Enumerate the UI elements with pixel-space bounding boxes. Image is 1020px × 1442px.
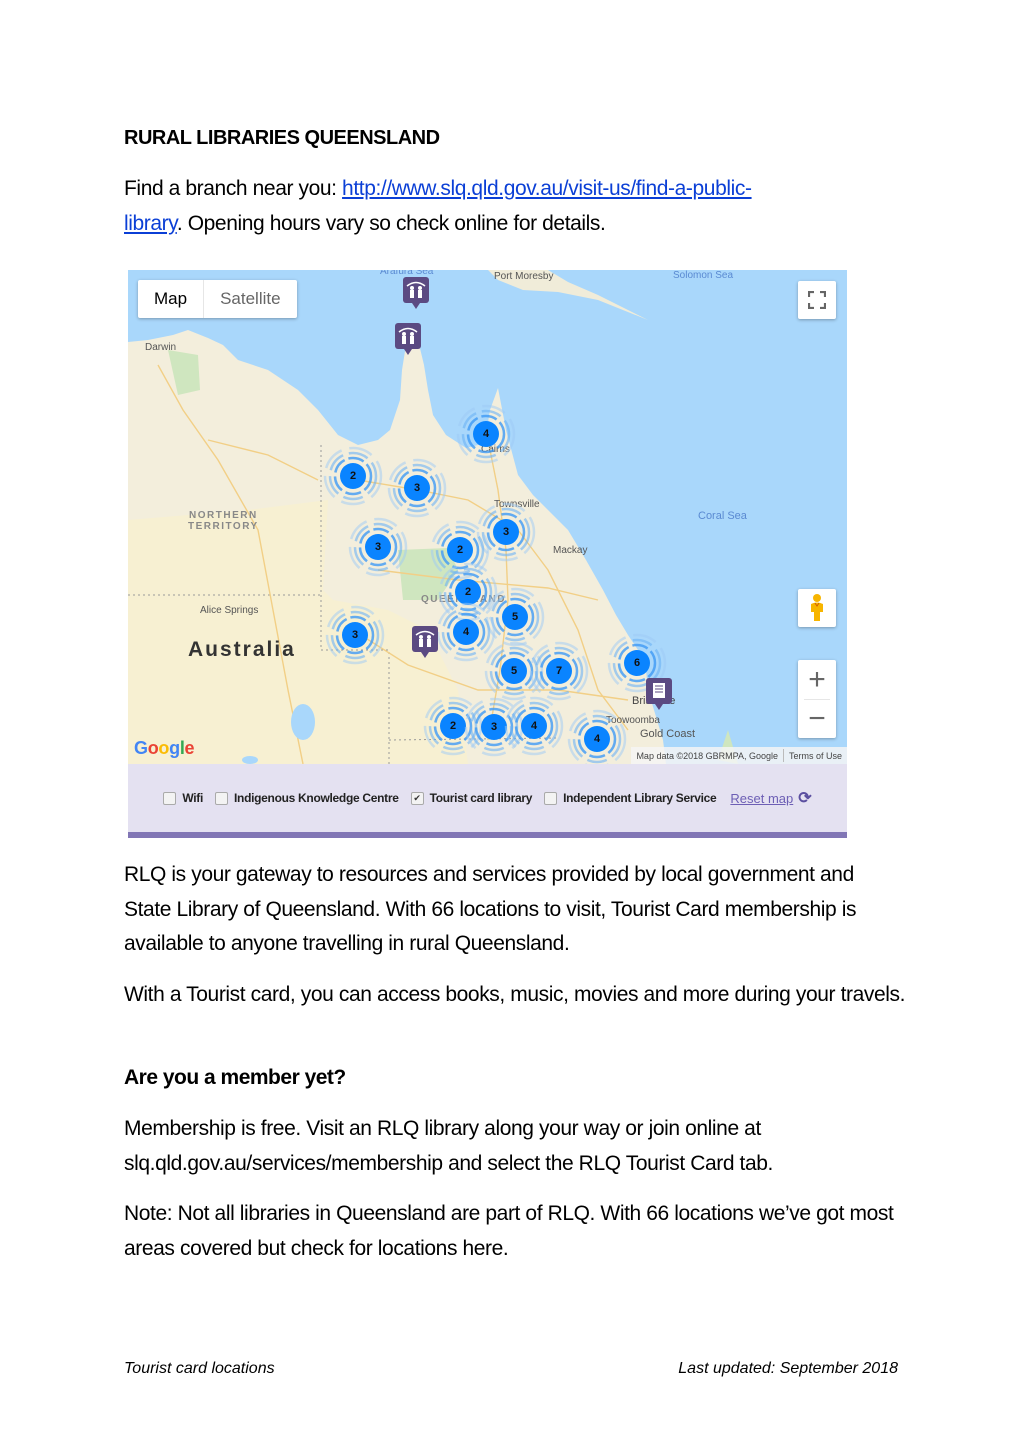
google-logo-letter: g	[169, 738, 180, 758]
cluster-marker[interactable]: 3	[325, 605, 385, 665]
google-logo-letter: o	[147, 738, 159, 758]
label-mackay: Mackay	[553, 545, 588, 556]
tourist-card-paragraph: With a Tourist card, you can access book…	[124, 983, 906, 1006]
filter-wifi-label: Wifi	[182, 791, 204, 805]
cluster-count: 4	[584, 726, 610, 752]
family-icon	[412, 626, 438, 658]
cluster-marker[interactable]: 2	[323, 446, 383, 506]
page-heading: RURAL LIBRARIES QUEENSLAND	[124, 127, 440, 149]
lake	[242, 756, 258, 764]
filter-tourist-card-checkbox[interactable]: ✔	[410, 791, 424, 805]
building-icon	[646, 678, 672, 710]
cluster-count: 3	[404, 475, 430, 501]
footer-title: Tourist card locations	[124, 1360, 275, 1377]
label-darwin: Darwin	[145, 342, 177, 353]
footer-updated: Last updated: September 2018	[678, 1360, 898, 1377]
intro-paragraph: Find a branch near you: http://www.slq.q…	[124, 172, 914, 241]
zoom-in-button[interactable]: +	[798, 661, 836, 699]
label-northern-territory-line1: NORTHERN	[189, 510, 258, 521]
member-subheading: Are you a member yet?	[124, 1066, 346, 1089]
lake	[291, 704, 315, 740]
filter-ikc-label: Indigenous Knowledge Centre	[234, 791, 399, 805]
map-attribution: Map data ©2018 GBRMPA, Google Terms of U…	[631, 747, 847, 764]
find-library-link-continued[interactable]: library	[124, 212, 177, 235]
cluster-marker[interactable]: 4	[504, 696, 564, 756]
map-data-credit: Map data ©2018 GBRMPA, Google	[636, 750, 778, 761]
label-australia: Australia	[188, 638, 296, 661]
filter-ikc-checkbox[interactable]	[215, 791, 229, 805]
state-library-marker[interactable]	[646, 678, 672, 712]
filter-tourist-card-label: Tourist card library	[429, 791, 533, 805]
filter-ils-checkbox[interactable]	[544, 791, 558, 805]
label-alice-springs: Alice Springs	[200, 605, 259, 616]
map-type-map-button[interactable]: Map	[138, 280, 205, 318]
map-type-satellite-button[interactable]: Satellite	[204, 280, 296, 318]
filter-wifi[interactable]: Wifi	[163, 791, 203, 805]
cluster-marker[interactable]: 3	[387, 458, 447, 518]
terms-of-use-link[interactable]: Terms of Use	[784, 751, 847, 761]
cluster-count: 3	[342, 622, 368, 648]
fullscreen-button[interactable]	[798, 281, 836, 319]
refresh-icon[interactable]: ⟳	[798, 788, 811, 808]
cluster-count: 4	[453, 619, 479, 645]
filter-indigenous-knowledge-centre[interactable]: Indigenous Knowledge Centre	[215, 791, 399, 805]
cluster-count: 5	[502, 604, 528, 630]
indigenous-knowledge-centre-marker[interactable]	[395, 323, 421, 357]
google-logo-letter: e	[184, 738, 195, 758]
label-northern-territory-line2: TERRITORY	[188, 521, 259, 532]
filter-wifi-checkbox[interactable]	[163, 791, 177, 805]
filter-ils-label: Independent Library Service	[563, 791, 717, 805]
filter-tourist-card-library[interactable]: ✔ Tourist card library	[410, 791, 533, 805]
rlq-description-paragraph: RLQ is your gateway to resources and ser…	[124, 863, 857, 955]
cluster-count: 7	[546, 658, 572, 684]
label-coral-sea: Coral Sea	[698, 510, 747, 522]
zoom-control: + −	[798, 660, 836, 738]
reset-map-link[interactable]: Reset map	[730, 791, 793, 806]
google-logo-letter: G	[134, 738, 148, 758]
cluster-count: 5	[501, 658, 527, 684]
map-accent-bar	[128, 832, 847, 838]
intro-suffix: . Opening hours vary so check online for…	[176, 211, 606, 235]
cluster-count: 2	[440, 713, 466, 739]
note-paragraph: Note: Not all libraries in Queensland ar…	[124, 1202, 894, 1260]
cluster-marker[interactable]: 3	[348, 517, 408, 577]
label-northern-territory: NORTHERN TERRITORY	[188, 510, 259, 532]
cluster-count: 3	[365, 534, 391, 560]
street-view-button[interactable]	[798, 589, 836, 627]
label-arafura-sea: Arafura Sea	[380, 270, 434, 277]
fullscreen-icon	[808, 291, 826, 309]
find-library-link[interactable]: http://www.slq.qld.gov.au/visit-us/find-…	[342, 177, 752, 200]
label-gold-coast: Gold Coast	[640, 728, 696, 740]
membership-paragraph: Membership is free. Visit an RLQ library…	[124, 1117, 773, 1175]
street-view-pegman-icon	[811, 594, 823, 621]
library-map-widget: Arafura Sea Port Moresby Solomon Sea Dar…	[128, 270, 847, 838]
cluster-count: 2	[447, 537, 473, 563]
cluster-count: 3	[493, 519, 519, 545]
label-port-moresby: Port Moresby	[494, 271, 554, 282]
map-canvas[interactable]: Arafura Sea Port Moresby Solomon Sea Dar…	[128, 270, 847, 764]
label-solomon-sea: Solomon Sea	[673, 270, 734, 281]
google-logo: Google	[134, 738, 195, 759]
cluster-count: 6	[624, 650, 650, 676]
zoom-out-button[interactable]: −	[798, 700, 836, 738]
indigenous-knowledge-centre-marker[interactable]	[412, 626, 438, 660]
cluster-marker[interactable]: 4	[456, 404, 516, 464]
family-icon	[395, 323, 421, 355]
map-filter-bar: Wifi Indigenous Knowledge Centre ✔ Touri…	[128, 764, 847, 832]
map-type-control: Map Satellite	[138, 280, 297, 318]
cluster-count: 4	[521, 713, 547, 739]
intro-prefix: Find a branch near you:	[124, 177, 343, 200]
google-logo-letter: o	[158, 738, 170, 758]
filter-independent-library-service[interactable]: Independent Library Service	[544, 791, 717, 805]
cluster-marker[interactable]: 4	[567, 709, 627, 764]
family-icon	[403, 277, 429, 309]
cluster-count: 2	[340, 463, 366, 489]
cluster-count: 4	[473, 421, 499, 447]
cluster-marker[interactable]: 7	[529, 641, 589, 701]
indigenous-knowledge-centre-marker[interactable]	[403, 277, 429, 311]
